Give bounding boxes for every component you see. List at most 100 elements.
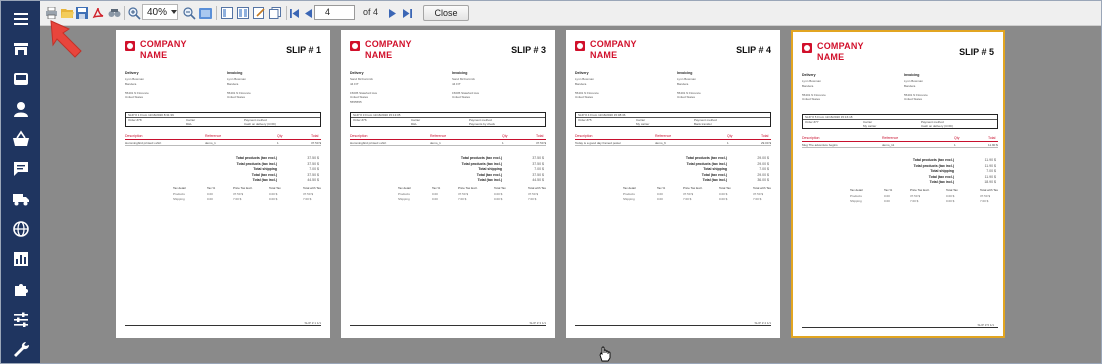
total-label: Total (tax incl.) <box>252 178 277 182</box>
total-row: Total shipping 7.00 $ <box>802 169 998 174</box>
multi-page-icon[interactable] <box>268 5 282 21</box>
table-cell: Mug The adventure begins <box>802 143 838 147</box>
invoicing-heading: Invoicing <box>677 71 693 75</box>
invoicing-heading: Invoicing <box>452 71 468 75</box>
company-logo-icon <box>575 41 585 51</box>
table-cell: 1 <box>277 141 279 145</box>
total-label: Total shipping <box>703 167 727 171</box>
slip-page[interactable]: COMPANY NAME SLIP # 4 Delivery Invoicing Lynn… <box>566 30 780 338</box>
chat-icon[interactable] <box>1 154 40 184</box>
tax-cell: 0.00 <box>207 192 213 196</box>
company-line2: NAME <box>817 52 845 62</box>
company-logo-icon <box>350 41 360 51</box>
total-label: Total (tax excl.) <box>476 172 502 177</box>
store-icon[interactable] <box>1 34 40 64</box>
person-icon[interactable] <box>1 94 40 124</box>
two-pages-icon[interactable] <box>236 5 250 21</box>
next-page-icon[interactable] <box>387 5 397 21</box>
tax-header: Tax detail <box>850 188 863 192</box>
total-label: Total (tax incl.) <box>702 178 727 182</box>
payment-value: Bank transfer <box>694 122 712 126</box>
close-button[interactable]: Close <box>423 5 469 21</box>
annotation-arrow-icon <box>50 20 82 58</box>
company-name: COMPANY NAME <box>140 39 187 61</box>
single-page-icon[interactable] <box>220 5 234 21</box>
product-table-header: Description Reference Qty Total <box>802 136 998 142</box>
chevron-down-icon[interactable] <box>171 10 177 14</box>
tax-cell: 37.50 $ <box>528 192 539 196</box>
slip-title: SLIP # 4 <box>736 45 771 55</box>
chart-icon[interactable] <box>1 244 40 274</box>
tax-cell: 37.50 $ <box>753 192 764 196</box>
company-logo-icon <box>125 41 135 51</box>
invoicing-heading: Invoicing <box>904 73 920 77</box>
total-label: Total (tax excl.) <box>928 174 954 179</box>
total-row: Total (tax incl.) 36.00 $ <box>575 178 771 183</box>
total-label: Total products (tax excl.) <box>912 158 954 162</box>
table-cell: demo_11 <box>882 143 895 147</box>
table-cell: Today is a good day framed poster <box>575 141 622 145</box>
column-header: Description <box>125 134 143 138</box>
total-value: 44.50 $ <box>532 178 544 182</box>
page-number-input[interactable]: 4 <box>314 5 355 20</box>
basket-icon[interactable] <box>1 124 40 154</box>
total-label: Total products (tax excl.) <box>685 156 727 160</box>
total-label: Total products (tax excl.) <box>460 156 502 160</box>
table-cell: 1 <box>727 141 729 145</box>
total-value: 7.00 $ <box>534 167 544 171</box>
delivery-heading: Delivery <box>802 73 816 77</box>
payment-value: Cash on delivery (COD) <box>921 124 953 128</box>
puzzle-icon[interactable] <box>1 274 40 304</box>
slip-page[interactable]: COMPANY NAME SLIP # 1 Delivery Invoicing Lynn… <box>116 30 330 338</box>
total-value: 37.50 $ <box>532 161 544 166</box>
tax-cell: 0.00 <box>884 198 890 203</box>
prev-page-icon[interactable] <box>303 5 313 21</box>
toolbar-separator <box>286 6 287 20</box>
zoom-in-icon[interactable] <box>127 5 141 21</box>
total-label: Total products (tax excl.) <box>235 156 277 160</box>
globe-icon[interactable] <box>1 214 40 244</box>
wrench-icon[interactable] <box>1 334 40 363</box>
total-row: Total products (tax incl.) 37.50 $ <box>125 162 321 167</box>
table-row: Hummingbird printed t-shirt demo_1 1 37.50 … <box>350 141 546 146</box>
delivery-address: Lynn Bowman Bandera 55401 N Florence Uni… <box>802 79 826 101</box>
hand-cursor-icon <box>599 346 611 362</box>
tax-cell: Shipping <box>623 196 635 201</box>
tax-header: Tax % <box>207 186 216 190</box>
last-page-icon[interactable] <box>402 5 413 21</box>
slip-title: SLIP # 3 <box>511 45 546 55</box>
menu-icon[interactable] <box>1 4 40 34</box>
tax-header: Total Tax <box>494 186 506 190</box>
tax-cell: Products <box>623 192 635 196</box>
total-label: Total products (tax incl.) <box>236 161 277 166</box>
page-count-label: of 4 <box>363 7 379 17</box>
total-row: Total products (tax excl.) 37.50 $ <box>125 156 321 161</box>
inbox-icon[interactable] <box>1 64 40 94</box>
delivery-address: Lynn Bowman Bandera 55401 N Florence Uni… <box>125 77 149 99</box>
zoom-out-icon[interactable] <box>182 5 196 21</box>
carrier-value: DHL <box>411 122 418 126</box>
total-label: Total (tax excl.) <box>251 172 277 177</box>
tax-header: Tax % <box>884 188 893 192</box>
sliders-icon[interactable] <box>1 304 40 334</box>
column-header: Reference <box>430 134 447 138</box>
total-label: Total products (tax incl.) <box>461 161 502 166</box>
slip-page[interactable]: COMPANY NAME SLIP # 3 Delivery Invoicing Sand… <box>341 30 555 338</box>
invoicing-heading: Invoicing <box>227 71 243 75</box>
tax-header: Tax detail <box>173 186 186 190</box>
total-row: Total (tax incl.) 44.50 $ <box>350 178 546 183</box>
column-header: Reference <box>205 134 222 138</box>
slip-page[interactable]: COMPANY NAME SLIP # 5 Delivery Invoicing Lynn… <box>791 30 1005 338</box>
total-value: 37.50 $ <box>307 156 319 160</box>
tax-cell: Shipping <box>850 198 862 203</box>
truck-icon[interactable] <box>1 184 40 214</box>
pdf-export-icon[interactable] <box>91 5 105 21</box>
product-table-header: Description Reference Qty Total <box>125 134 321 140</box>
column-header: Total <box>988 136 996 140</box>
total-row: Total (tax excl.) 37.50 $ <box>125 173 321 178</box>
first-page-icon[interactable] <box>289 5 300 21</box>
find-icon[interactable] <box>107 5 121 21</box>
page-width-icon[interactable] <box>198 5 212 21</box>
edit-page-icon[interactable] <box>252 5 266 21</box>
page-footer: SLIP # 1 1/1 <box>304 321 321 325</box>
